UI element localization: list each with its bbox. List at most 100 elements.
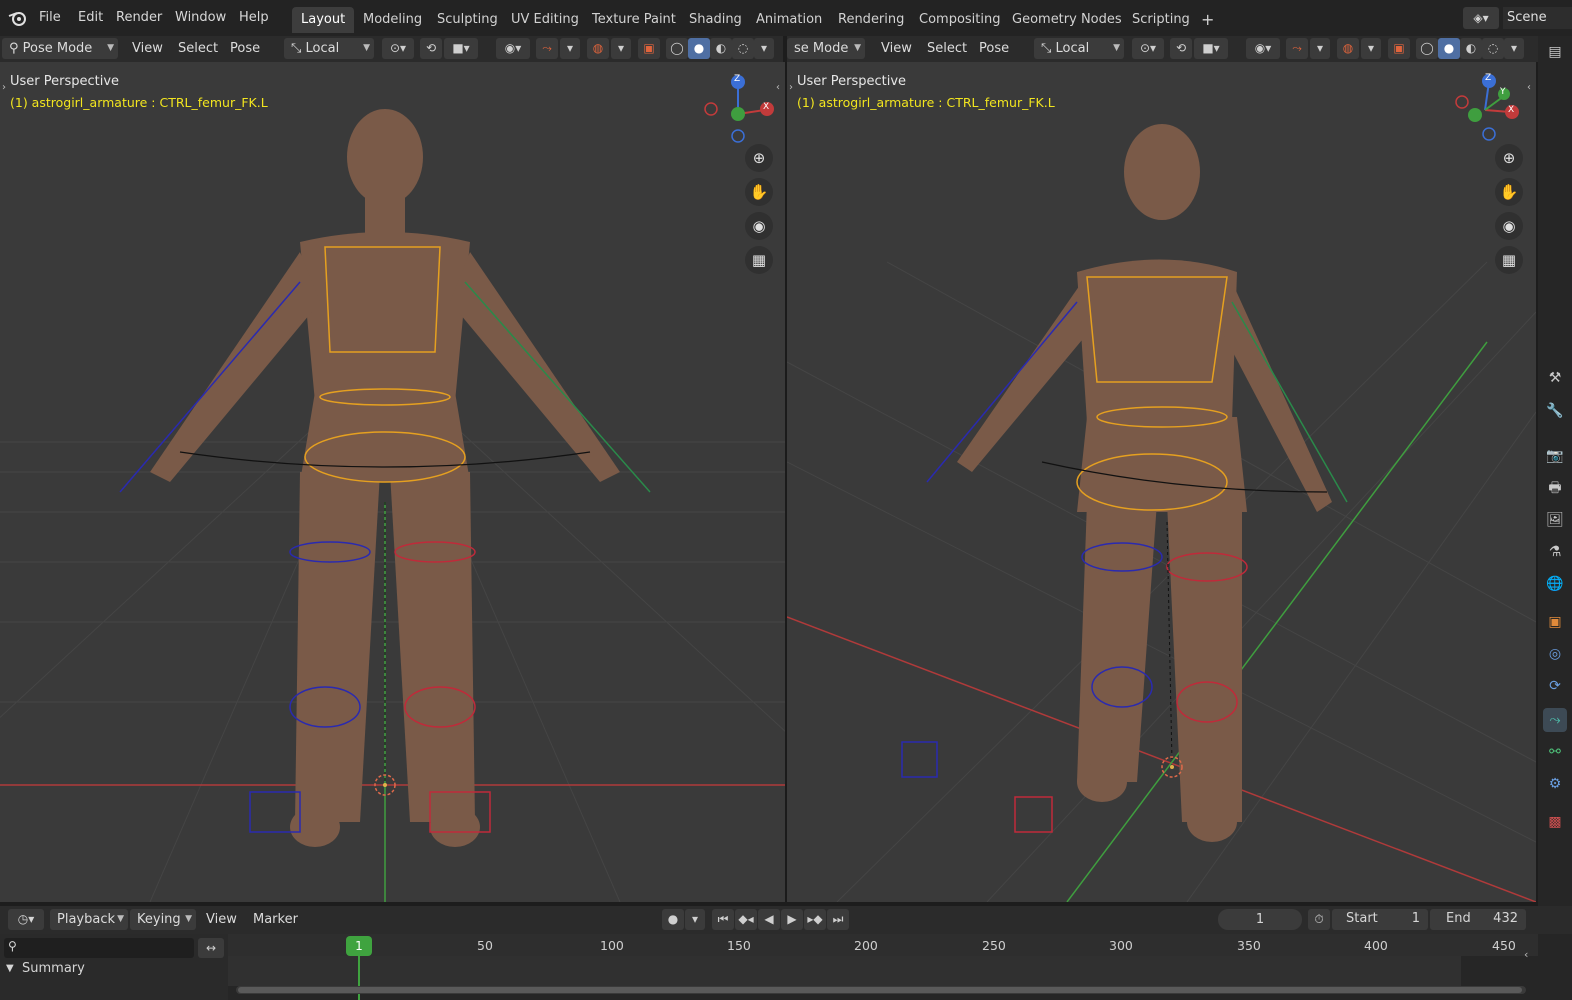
wireframe-shading-icon[interactable]: ◯ <box>1416 38 1438 59</box>
keyframe-track[interactable] <box>228 956 1538 986</box>
pan-hand-icon[interactable]: ✋ <box>1495 178 1523 206</box>
visibility-icon[interactable]: ◉▾ <box>496 38 530 59</box>
scene-properties-icon[interactable]: ⚗ <box>1543 540 1567 564</box>
menu-view[interactable]: View <box>126 38 169 59</box>
add-workspace-button[interactable]: + <box>1192 7 1223 33</box>
zoom-icon[interactable]: ⊕ <box>1495 144 1523 172</box>
object-properties-icon[interactable]: ▣ <box>1543 610 1567 634</box>
stopwatch-icon[interactable]: ⏱ <box>1308 909 1330 930</box>
scene-name[interactable]: Scene <box>1503 7 1572 29</box>
output-properties-icon[interactable]: 🖶 <box>1543 476 1567 500</box>
frame-ruler[interactable]: 50 100 150 200 250 300 350 400 450 <box>228 934 1538 956</box>
mode-select[interactable]: ⚲ Pose Mode ▼ <box>2 38 118 59</box>
snap-target-icon[interactable]: ■▾ <box>1194 38 1228 59</box>
menu-pose[interactable]: Pose <box>224 38 266 59</box>
menu-render[interactable]: Render <box>110 7 168 29</box>
menu-window[interactable]: Window <box>169 7 232 29</box>
world-properties-icon[interactable]: 🌐 <box>1543 572 1567 596</box>
orientation-select[interactable]: ⤡ Local ▼ <box>1034 38 1124 59</box>
tab-texture-paint[interactable]: Texture Paint <box>583 7 685 33</box>
chevron-down-icon[interactable]: ▾ <box>1361 38 1381 59</box>
next-keyframe-icon[interactable]: ▸◆ <box>804 909 826 930</box>
record-icon[interactable]: ● <box>662 909 684 930</box>
tab-compositing[interactable]: Compositing <box>910 7 1010 33</box>
current-frame-field[interactable]: 1 <box>1218 909 1302 930</box>
tab-shading[interactable]: Shading <box>680 7 751 33</box>
mode-select[interactable]: se Mode ▼ <box>787 38 865 59</box>
pan-hand-icon[interactable]: ✋ <box>745 178 773 206</box>
menu-file[interactable]: File <box>33 7 67 29</box>
tool-properties-icon[interactable]: ⚒ <box>1543 366 1567 390</box>
navigation-gizmo[interactable]: Z Y X <box>1452 72 1522 147</box>
tab-layout[interactable]: Layout <box>292 7 355 33</box>
menu-marker[interactable]: Marker <box>247 909 304 930</box>
rendered-shading-icon[interactable]: ◌ <box>1482 38 1504 59</box>
zoom-icon[interactable]: ⊕ <box>745 144 773 172</box>
constraints-icon[interactable]: ⟳ <box>1543 674 1567 698</box>
left-3d-viewport[interactable]: User Perspective (1) astrogirl_armature … <box>0 62 785 902</box>
playback-menu[interactable]: Playback ▼ <box>50 909 128 930</box>
xray-icon[interactable]: ▣ <box>638 38 660 59</box>
clock-icon[interactable]: ◷▾ <box>8 909 44 930</box>
xray-icon[interactable]: ▣ <box>1388 38 1410 59</box>
menu-select[interactable]: Select <box>172 38 224 59</box>
snap-icon[interactable]: ⟲ <box>420 38 442 59</box>
jump-start-icon[interactable]: ⏮ <box>712 909 734 930</box>
menu-edit[interactable]: Edit <box>72 7 109 29</box>
overlay-icon[interactable]: ◍ <box>587 38 609 59</box>
bone-display-icon[interactable]: ⤳ <box>536 38 558 59</box>
physics-properties-icon[interactable]: ◎ <box>1543 642 1567 666</box>
menu-pose[interactable]: Pose <box>973 38 1015 59</box>
grid-perspective-icon[interactable]: ▦ <box>745 246 773 274</box>
texture-properties-icon[interactable]: ▩ <box>1543 810 1567 834</box>
start-frame-field[interactable]: Start 1 <box>1332 909 1428 930</box>
pivot-icon[interactable]: ⊙▾ <box>382 38 414 59</box>
blender-logo-icon[interactable] <box>8 9 28 27</box>
playhead-frame-marker[interactable]: 1 <box>346 936 372 956</box>
play-icon[interactable]: ▶ <box>781 909 803 930</box>
search-input[interactable]: ⚲ <box>4 938 194 958</box>
tab-uv-editing[interactable]: UV Editing <box>502 7 588 33</box>
overlay-icon[interactable]: ◍ <box>1337 38 1359 59</box>
snap-icon[interactable]: ⟲ <box>1170 38 1192 59</box>
rendered-shading-icon[interactable]: ◌ <box>732 38 754 59</box>
right-3d-viewport[interactable]: User Perspective (1) astrogirl_armature … <box>787 62 1536 902</box>
wireframe-shading-icon[interactable]: ◯ <box>666 38 688 59</box>
grid-perspective-icon[interactable]: ▦ <box>1495 246 1523 274</box>
tab-scripting[interactable]: Scripting <box>1123 7 1199 33</box>
chevron-down-icon[interactable]: ▾ <box>1310 38 1330 59</box>
armature-data-icon[interactable]: ⤳ <box>1543 708 1567 732</box>
bone-constraints-icon[interactable]: ⚙ <box>1543 772 1567 796</box>
navigation-gizmo[interactable]: Z X <box>700 72 780 147</box>
solid-shading-icon[interactable]: ● <box>1438 38 1460 59</box>
play-reverse-icon[interactable]: ◀ <box>758 909 780 930</box>
pivot-icon[interactable]: ⊙▾ <box>1132 38 1164 59</box>
render-properties-icon[interactable]: 📷 <box>1543 444 1567 468</box>
chevron-left-icon[interactable]: ‹ <box>1527 82 1531 93</box>
material-shading-icon[interactable]: ◐ <box>710 38 732 59</box>
bone-properties-icon[interactable]: ⚯ <box>1543 740 1567 764</box>
menu-view[interactable]: View <box>875 38 918 59</box>
tab-rendering[interactable]: Rendering <box>829 7 913 33</box>
summary-label[interactable]: Summary <box>22 961 85 976</box>
chevron-left-icon[interactable]: ‹ <box>1524 948 1528 961</box>
tab-modeling[interactable]: Modeling <box>354 7 431 33</box>
editor-type-icon[interactable]: ▤ <box>1543 40 1567 64</box>
scrollbar-thumb[interactable] <box>238 987 1522 993</box>
chevron-down-icon[interactable]: ▾ <box>754 38 774 59</box>
chevron-down-icon[interactable]: ▾ <box>611 38 631 59</box>
scene-icon[interactable]: ◈▾ <box>1463 7 1499 29</box>
tab-geometry-nodes[interactable]: Geometry Nodes <box>1003 7 1131 33</box>
menu-select[interactable]: Select <box>921 38 973 59</box>
chevron-right-icon[interactable]: › <box>789 82 793 93</box>
chevron-right-icon[interactable]: › <box>2 82 6 93</box>
tab-animation[interactable]: Animation <box>747 7 831 33</box>
jump-end-icon[interactable]: ⏭ <box>827 909 849 930</box>
orientation-select[interactable]: ⤡ Local ▼ <box>284 38 374 59</box>
tool-settings-icon[interactable]: 🔧 <box>1543 399 1567 423</box>
visibility-icon[interactable]: ◉▾ <box>1246 38 1280 59</box>
end-frame-field[interactable]: End 432 <box>1430 909 1526 930</box>
disclosure-triangle-icon[interactable]: ▼ <box>6 963 14 974</box>
menu-help[interactable]: Help <box>233 7 275 29</box>
view-layer-icon[interactable]: 🖼 <box>1543 508 1567 532</box>
